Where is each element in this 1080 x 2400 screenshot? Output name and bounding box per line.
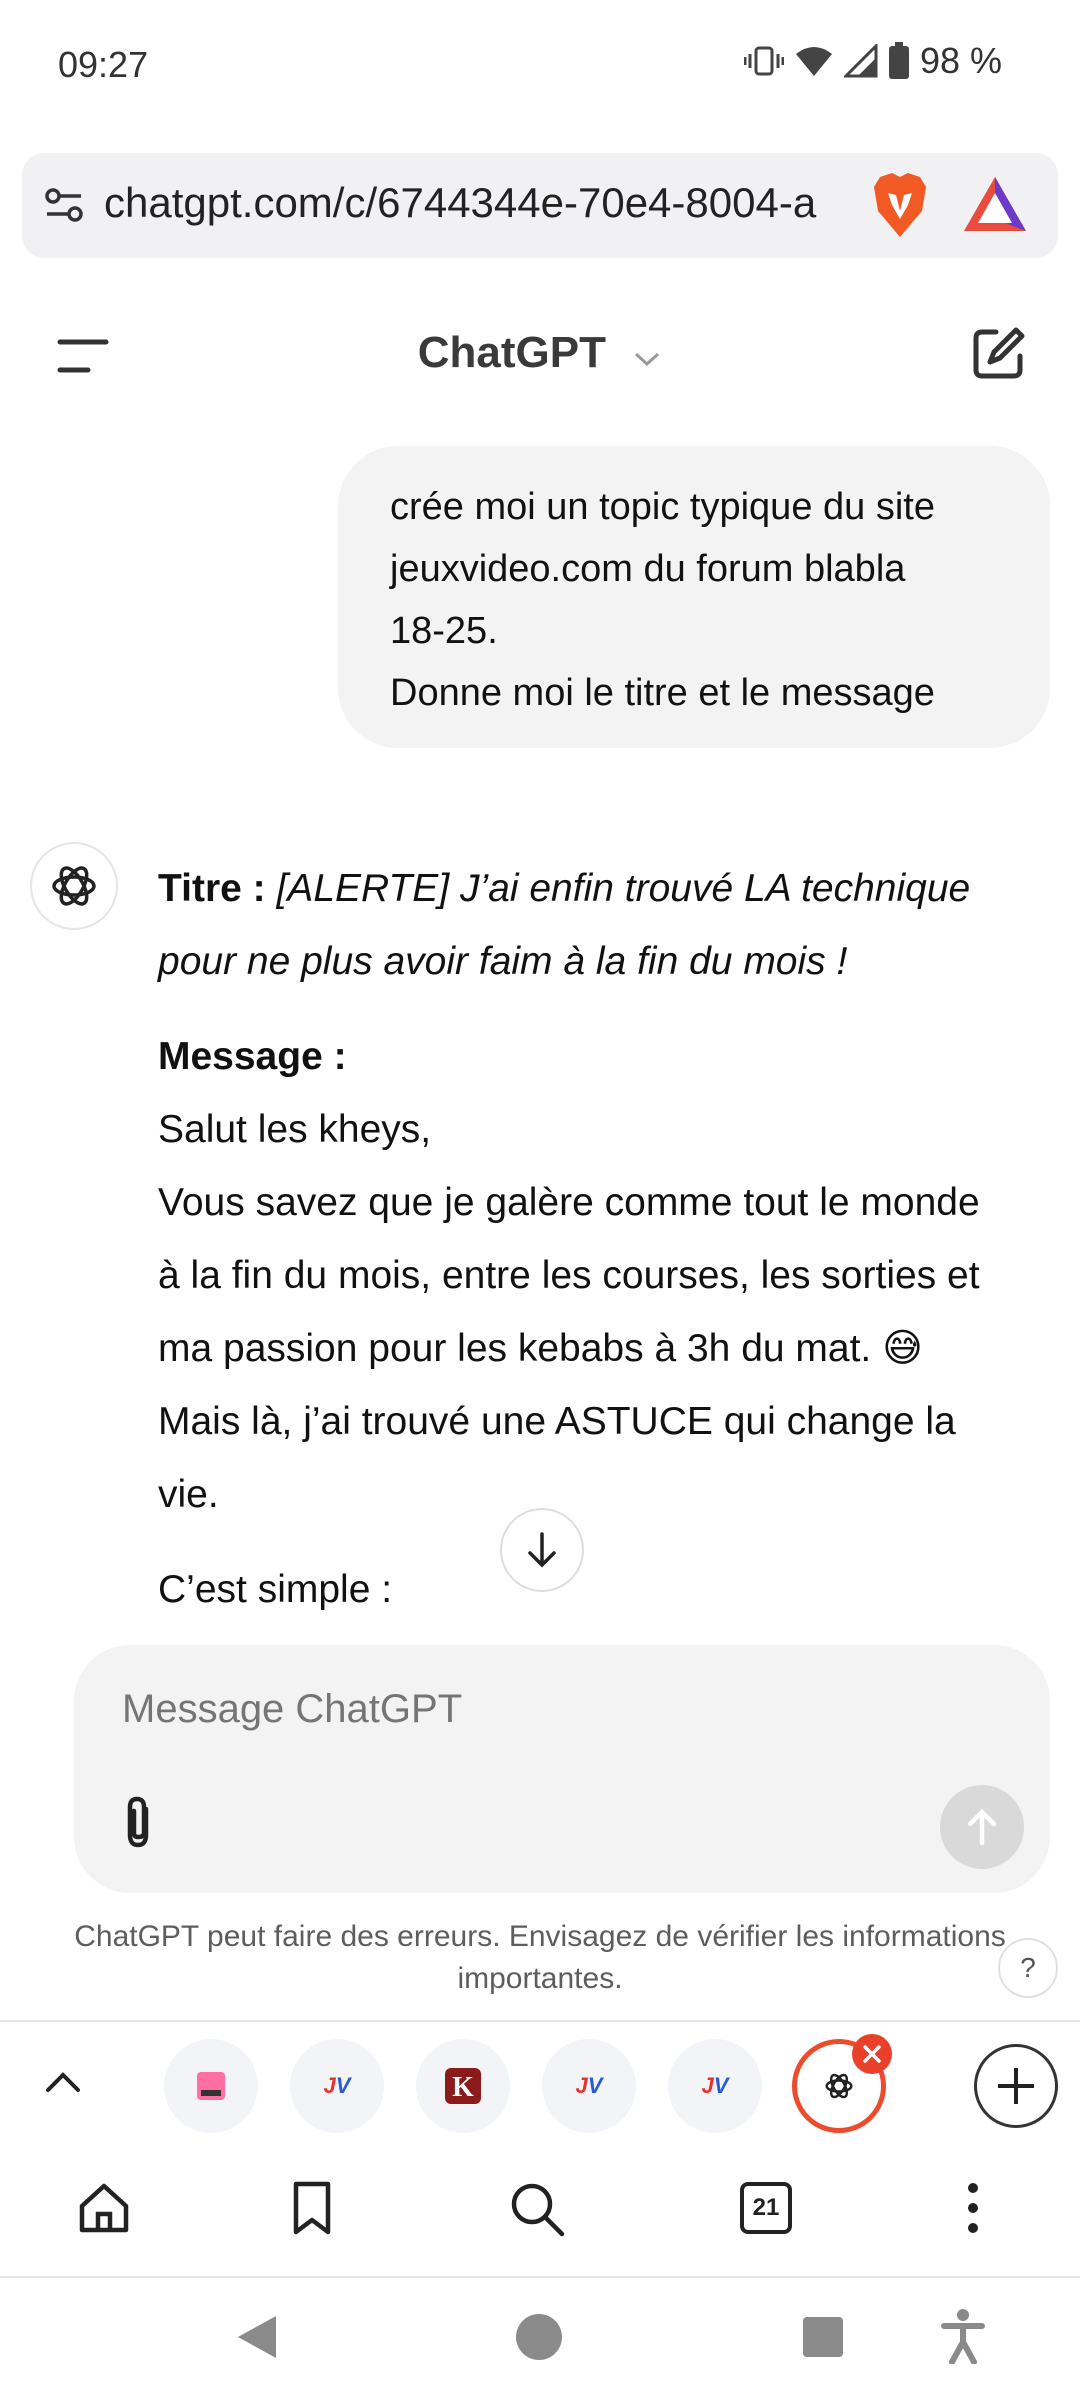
disclaimer: ChatGPT peut faire des erreurs. Envisage…: [40, 1916, 1040, 2000]
jv-icon: JV: [323, 2073, 351, 2098]
send-button[interactable]: [940, 1785, 1024, 1869]
wifi-icon: [794, 44, 834, 78]
signal-icon: [843, 44, 878, 78]
chatgpt-logo-icon: [825, 2073, 853, 2099]
tune-icon[interactable]: [44, 185, 84, 230]
title-text: [ALERTE] J’ai enfin trouvé LA technique: [265, 867, 971, 910]
status-icons: 98 %: [743, 40, 1002, 82]
brave-lion-icon[interactable]: [870, 171, 930, 244]
accessibility-icon[interactable]: [940, 2308, 986, 2369]
title-label: Titre :: [158, 867, 266, 910]
chevron-down-icon: [632, 330, 662, 380]
vibrate-icon: [743, 44, 784, 78]
recents-icon[interactable]: [800, 2314, 846, 2365]
browser-toolbar: 21: [0, 2150, 1080, 2278]
message-input[interactable]: [122, 1687, 922, 1732]
tab-pink[interactable]: [164, 2039, 258, 2133]
composer: [74, 1645, 1050, 1893]
search-icon[interactable]: [508, 2180, 568, 2245]
battery-icon: [888, 42, 910, 80]
plus-icon: [998, 2068, 1034, 2104]
home-circle-icon[interactable]: [514, 2312, 564, 2367]
bookmark-icon[interactable]: [286, 2180, 338, 2241]
k-site-icon: K: [445, 2068, 481, 2104]
arrow-down-icon: [528, 1532, 556, 1568]
back-icon[interactable]: [232, 2312, 280, 2367]
assistant-message: Titre : [ALERTE] J’ai enfin trouvé LA te…: [158, 852, 1048, 1626]
disclaimer-line: importantes.: [457, 1962, 623, 1995]
close-tab-icon[interactable]: [852, 2034, 892, 2074]
chevron-up-icon[interactable]: [40, 2060, 86, 2111]
tab-count-button[interactable]: 21: [740, 2182, 792, 2234]
page-title: ChatGPT: [417, 328, 606, 377]
message-line: Mais là, j’ai trouvé une ASTUCE qui chan…: [158, 1400, 956, 1443]
more-options-icon[interactable]: [958, 2180, 988, 2241]
chatgpt-logo-icon: [30, 842, 118, 930]
paperclip-icon[interactable]: [116, 1795, 162, 1856]
pink-site-icon: [197, 2072, 225, 2100]
model-selector[interactable]: ChatGPT: [0, 328, 1080, 380]
brave-rewards-icon[interactable]: [962, 175, 1028, 238]
message-line: à la fin du mois, entre les courses, les…: [158, 1254, 980, 1297]
new-chat-icon[interactable]: [968, 324, 1028, 389]
user-message-line: jeuxvideo.com du forum blabla: [390, 548, 906, 590]
system-navigation-bar: [0, 2280, 1080, 2400]
user-message-line: 18-25.: [390, 610, 498, 652]
message-label: Message :: [158, 1035, 347, 1078]
title-text-cont: pour ne plus avoir faim à la fin du mois…: [158, 940, 848, 983]
arrow-up-icon: [967, 1808, 997, 1846]
help-button[interactable]: ?: [998, 1938, 1058, 1998]
message-line: vie.: [158, 1473, 219, 1516]
url-text[interactable]: chatgpt.com/c/6744344e-70e4-8004-a: [104, 179, 846, 227]
jv-icon: JV: [701, 2073, 729, 2098]
tab-jv-2[interactable]: JV: [542, 2039, 636, 2133]
tab-jv-1[interactable]: JV: [290, 2039, 384, 2133]
message-line: Salut les kheys,: [158, 1108, 432, 1151]
status-time: 09:27: [58, 44, 149, 85]
status-bar: 09:27 98 %: [0, 0, 1080, 130]
battery-percent: 98 %: [919, 40, 1002, 81]
jv-icon: JV: [575, 2073, 603, 2098]
assistant-title-line: Titre : [ALERTE] J’ai enfin trouvé LA te…: [158, 852, 1048, 925]
user-message-line: Donne moi le titre et le message: [390, 672, 935, 714]
address-bar[interactable]: chatgpt.com/c/6744344e-70e4-8004-a: [22, 153, 1058, 258]
svg-text:K: K: [452, 2072, 474, 2103]
scroll-down-button[interactable]: [500, 1508, 584, 1592]
home-icon[interactable]: [76, 2180, 132, 2241]
app-header: ChatGPT: [0, 300, 1080, 410]
disclaimer-line: ChatGPT peut faire des erreurs. Envisage…: [74, 1920, 1006, 1953]
new-tab-button[interactable]: [974, 2044, 1058, 2128]
user-message-bubble: crée moi un topic typique du site jeuxvi…: [338, 446, 1050, 748]
tab-k[interactable]: K: [416, 2039, 510, 2133]
message-line: ma passion pour les kebabs à 3h du mat. …: [158, 1327, 923, 1370]
user-message-line: crée moi un topic typique du site: [390, 486, 935, 528]
tab-strip: JV K JV JV: [0, 2020, 1080, 2148]
message-line: Vous savez que je galère comme tout le m…: [158, 1181, 980, 1224]
message-line: C’est simple :: [158, 1568, 393, 1611]
tab-jv-3[interactable]: JV: [668, 2039, 762, 2133]
